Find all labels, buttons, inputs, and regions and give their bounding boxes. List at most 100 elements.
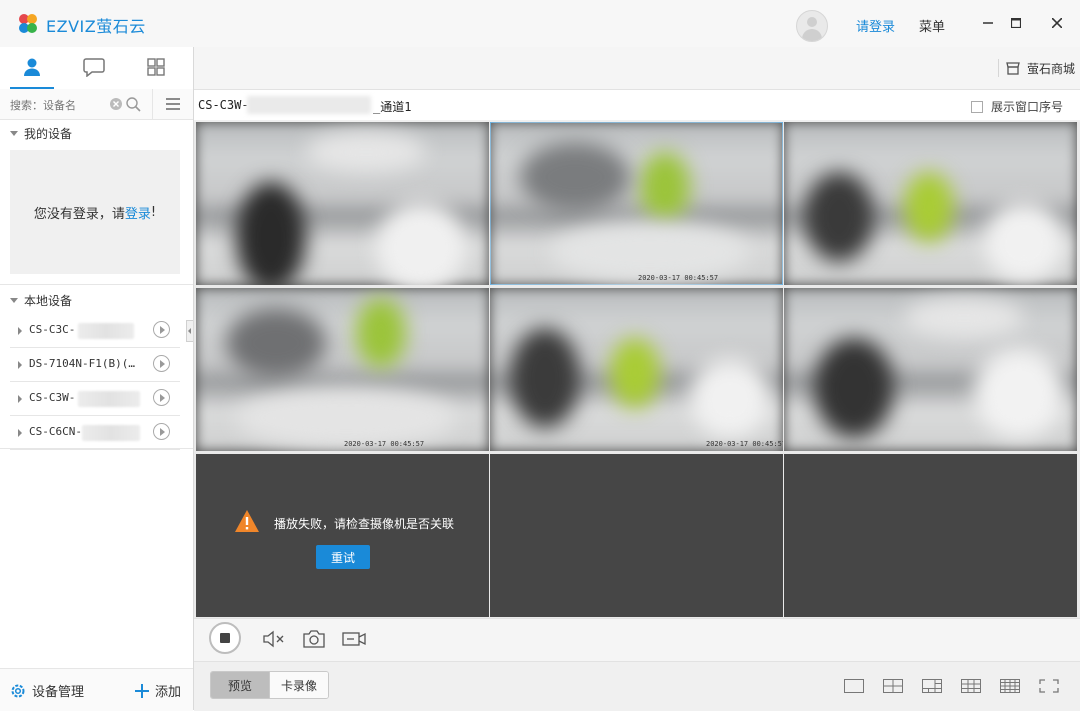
- play-icon[interactable]: [153, 321, 170, 338]
- title-bar: EZVIZ萤石云 请登录 菜单: [0, 0, 1080, 48]
- minimize-button[interactable]: [976, 12, 1000, 34]
- divider: [0, 448, 193, 449]
- play-error-message: 播放失败，请检查摄像机是否关联: [274, 517, 455, 531]
- device-name: CS-C3W-: [29, 391, 76, 404]
- video-timestamp: 2020-03-17 00:45:57: [344, 440, 425, 448]
- video-cell-7[interactable]: 播放失败，请检查摄像机是否关联 重试: [196, 454, 489, 617]
- video-cell-3[interactable]: [784, 122, 1077, 285]
- show-window-index-checkbox[interactable]: 展示窗口序号: [971, 98, 1063, 115]
- sidebar-tabs: [0, 47, 193, 90]
- local-devices-title: 本地设备: [24, 293, 73, 308]
- tab-messages[interactable]: [80, 55, 108, 79]
- close-icon: [1052, 18, 1062, 28]
- device-manage-label: 设备管理: [32, 685, 85, 700]
- video-grid: 2020-03-17 00:45:57 2020-03-17 00:45:57 …: [194, 122, 1080, 618]
- chat-icon: [83, 58, 105, 77]
- video-timestamp: 2020-03-17 00:45:57: [638, 274, 719, 282]
- device-manage-button[interactable]: 设备管理: [10, 681, 84, 700]
- sidebar-collapse-handle[interactable]: [186, 320, 193, 342]
- maximize-icon: [1011, 18, 1021, 28]
- plus-icon: [135, 683, 149, 698]
- video-cell-5[interactable]: 2020-03-17 00:45:57: [490, 288, 783, 451]
- store-label: 萤石商城: [1027, 62, 1076, 76]
- tab-devices[interactable]: [10, 55, 54, 89]
- store-icon: [1006, 62, 1020, 75]
- add-device-label: 添加: [155, 685, 182, 700]
- hamburger-icon: [166, 98, 180, 110]
- search-icon[interactable]: [125, 96, 141, 112]
- layout-16-icon[interactable]: [1000, 679, 1020, 693]
- tab-preview[interactable]: 预览: [211, 672, 269, 698]
- expanded-triangle-icon: [10, 297, 18, 303]
- apps-grid-icon: [147, 58, 165, 76]
- sidebar: 我的设备 您没有登录，请登录! 本地设备 CS-C3C- DS-7104N-F1…: [0, 47, 194, 711]
- redacted-serial: [78, 391, 140, 407]
- divider: [998, 59, 999, 77]
- stop-button[interactable]: [209, 622, 241, 654]
- main-menu-button[interactable]: 菜单: [919, 16, 945, 35]
- video-cell-6[interactable]: [784, 288, 1077, 451]
- search-input[interactable]: [8, 94, 110, 116]
- checkbox-icon: [971, 100, 983, 113]
- tab-apps[interactable]: [142, 55, 170, 79]
- login-link[interactable]: 请登录: [856, 16, 895, 35]
- device-name: DS-7104N-F1(B)(…: [29, 357, 135, 370]
- video-timestamp: 2020-03-17 00:45:57: [706, 440, 783, 448]
- login-prompt-text: 您没有登录，请: [33, 206, 125, 222]
- play-icon[interactable]: [153, 355, 170, 372]
- ezviz-logo-icon: [19, 14, 37, 33]
- my-devices-header[interactable]: 我的设备: [0, 120, 193, 146]
- collapsed-triangle-icon: [18, 327, 22, 335]
- add-device-button[interactable]: 添加: [135, 681, 181, 700]
- close-button[interactable]: [1045, 12, 1069, 34]
- app-brand: EZVIZ萤石云: [46, 17, 146, 36]
- video-cell-4[interactable]: 2020-03-17 00:45:57: [196, 288, 489, 451]
- gear-icon: [11, 684, 25, 697]
- login-prompt: 您没有登录，请 登录!: [10, 150, 180, 274]
- video-cell-8[interactable]: [490, 454, 783, 617]
- play-icon[interactable]: [153, 423, 170, 440]
- layout-6-icon[interactable]: [922, 679, 942, 693]
- channel-suffix: _通道1: [373, 100, 412, 114]
- retry-button[interactable]: 重试: [316, 545, 370, 569]
- device-row-ds-7104n[interactable]: DS-7104N-F1(B)(…: [10, 348, 180, 382]
- divider: [0, 284, 193, 285]
- user-icon: [24, 58, 40, 76]
- device-row-cs-c3c[interactable]: CS-C3C-: [10, 314, 180, 348]
- layout-4-icon[interactable]: [883, 679, 903, 693]
- redacted-serial: [78, 323, 134, 339]
- clear-icon[interactable]: [110, 98, 122, 110]
- avatar[interactable]: [796, 10, 828, 42]
- play-icon[interactable]: [153, 389, 170, 406]
- top-toolbar: 萤石商城: [194, 47, 1080, 90]
- mute-icon[interactable]: [262, 629, 286, 649]
- layout-9-icon[interactable]: [961, 679, 981, 693]
- redacted-serial: [247, 96, 371, 114]
- collapsed-triangle-icon: [18, 429, 22, 437]
- tab-card-recording[interactable]: 卡录像: [269, 672, 328, 698]
- device-row-cs-c3w[interactable]: CS-C3W-: [10, 382, 180, 416]
- search-bar: [0, 89, 193, 120]
- sidebar-footer: 设备管理 添加: [0, 668, 193, 711]
- mode-tabs: 预览 卡录像: [210, 671, 329, 699]
- maximize-button[interactable]: [1004, 12, 1028, 34]
- video-cell-2[interactable]: 2020-03-17 00:45:57: [490, 122, 783, 285]
- list-menu-button[interactable]: [152, 89, 193, 119]
- local-devices-header[interactable]: 本地设备: [0, 287, 193, 313]
- playback-controls: [194, 618, 1080, 661]
- store-button[interactable]: 萤石商城: [1006, 60, 1075, 77]
- expanded-triangle-icon: [10, 130, 18, 136]
- device-name: CS-C3C-: [29, 323, 76, 336]
- device-row-cs-c6cn[interactable]: CS-C6CN-: [10, 416, 180, 450]
- login-prompt-link[interactable]: 登录: [125, 203, 151, 222]
- video-cell-1[interactable]: [196, 122, 489, 285]
- camera-icon[interactable]: [302, 629, 326, 649]
- layout-1-icon[interactable]: [844, 679, 864, 693]
- record-icon[interactable]: [342, 629, 366, 649]
- show-window-index-label: 展示窗口序号: [991, 100, 1064, 114]
- collapsed-triangle-icon: [18, 395, 22, 403]
- video-cell-9[interactable]: [784, 454, 1077, 617]
- redacted-serial: [82, 425, 140, 441]
- fullscreen-icon[interactable]: [1039, 679, 1059, 693]
- collapsed-triangle-icon: [18, 361, 22, 369]
